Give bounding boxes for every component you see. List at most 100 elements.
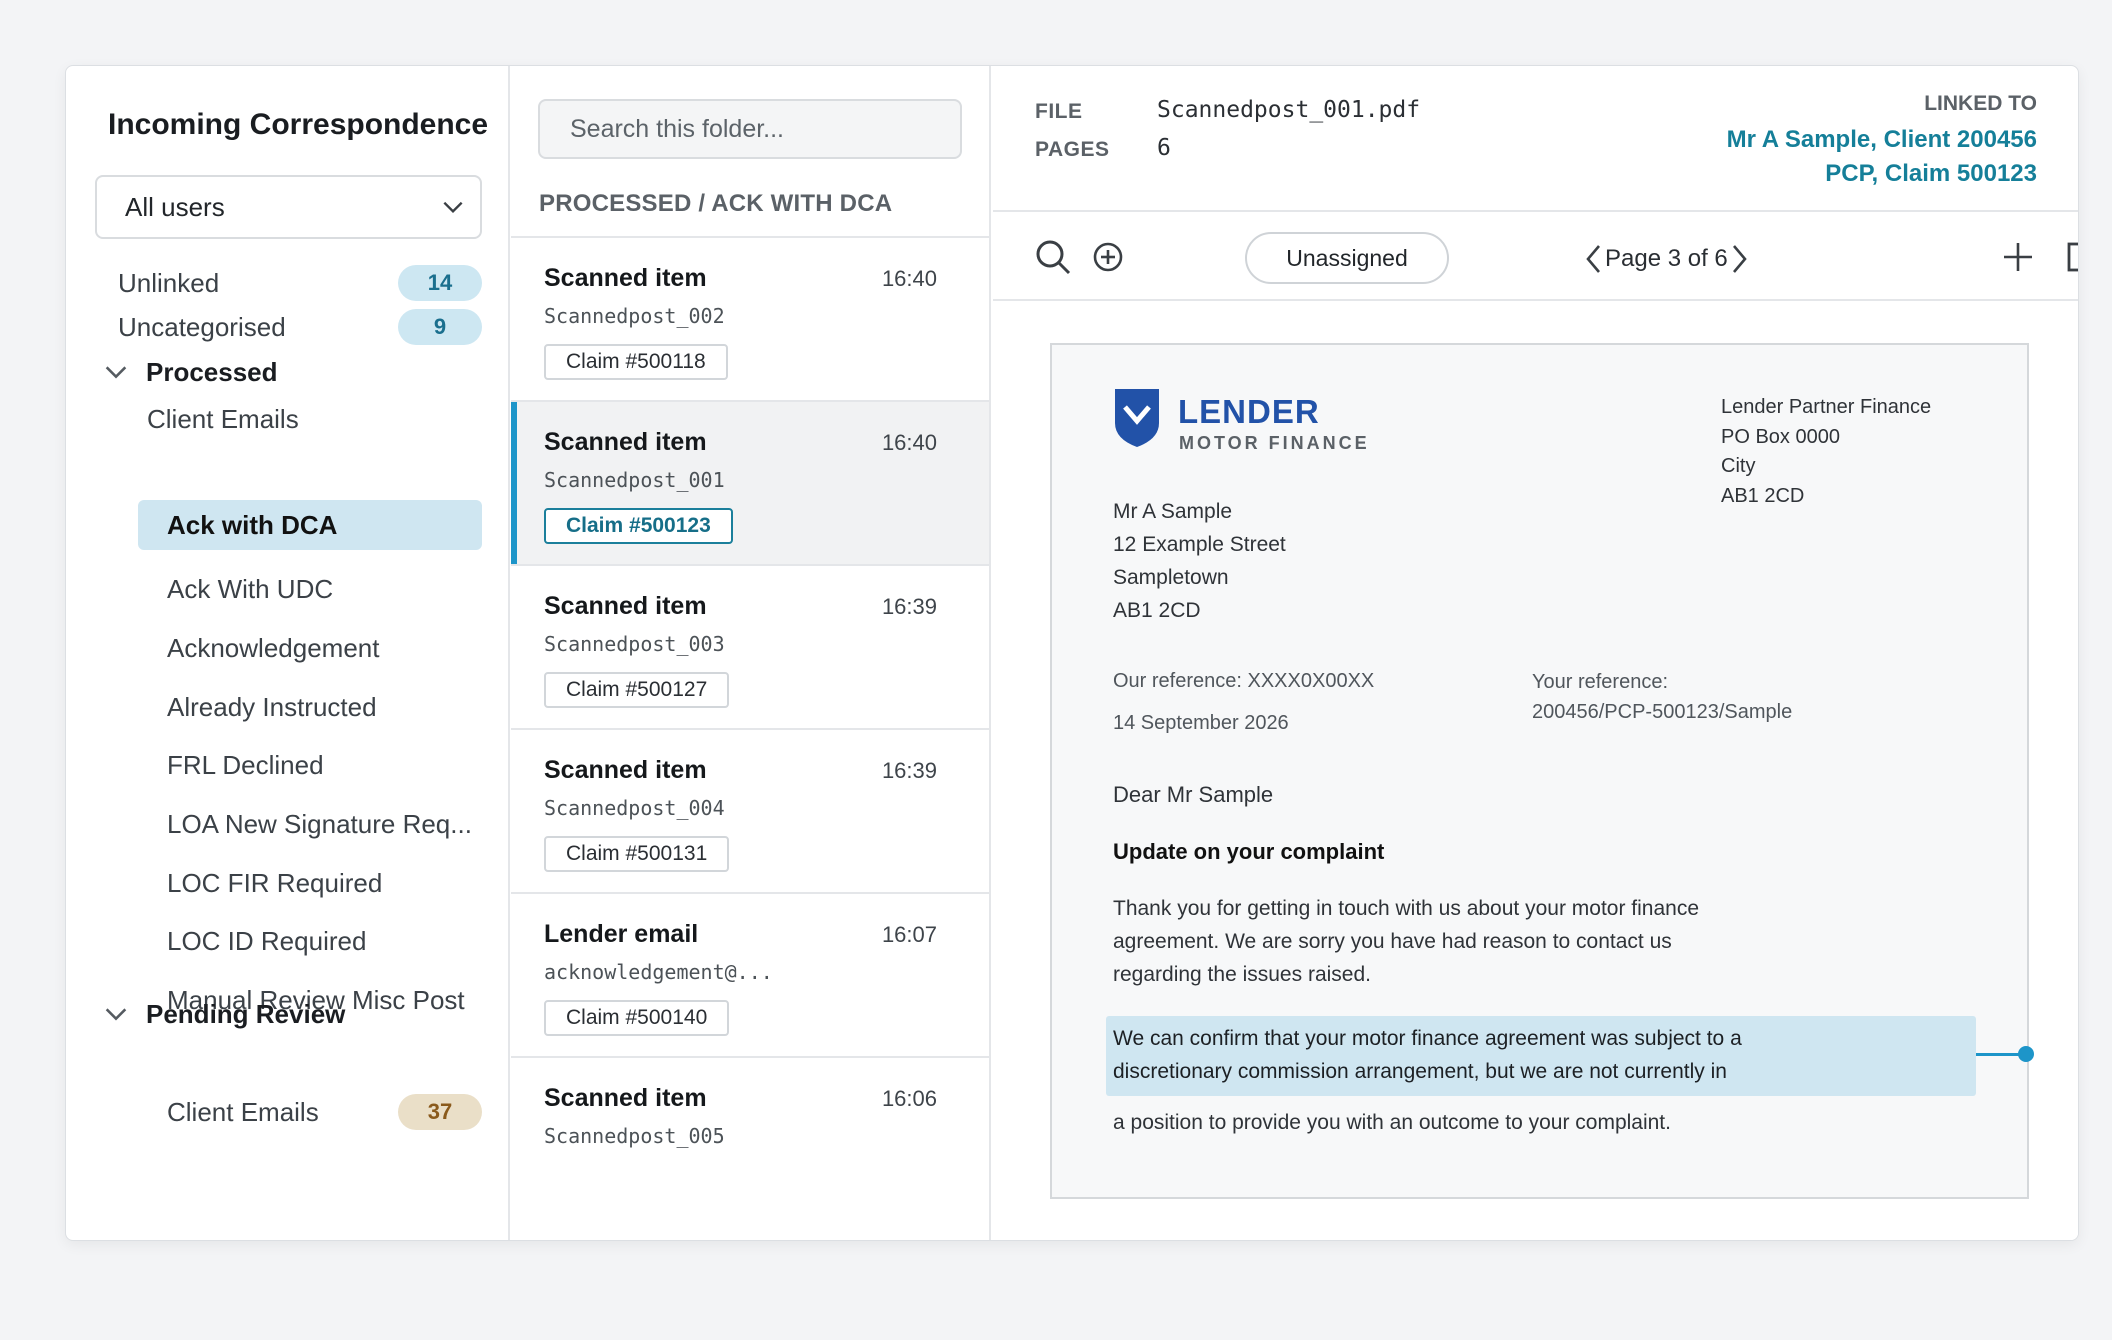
paragraph-1: Thank you for getting in touch with us a… xyxy=(1113,892,1699,991)
claim-tag[interactable]: Claim #500123 xyxy=(544,508,733,544)
item-filename: Scannedpost_001 xyxy=(544,468,725,492)
item-title: Lender email xyxy=(544,920,699,948)
sidebar-item-uncategorised[interactable]: Uncategorised 9 xyxy=(118,302,482,352)
address-line: Mr A Sample xyxy=(1113,500,1233,523)
item-filename: Scannedpost_005 xyxy=(544,1124,725,1148)
sidebar-item-ack-with-dca[interactable]: Ack with DCA xyxy=(138,500,482,550)
assignee-button[interactable]: Unassigned xyxy=(1245,232,1449,284)
sidebar-title: Incoming Correspondence xyxy=(108,108,489,141)
item-time: 16:06 xyxy=(881,1086,937,1111)
pages-count: 6 xyxy=(1157,135,1171,161)
sidebar-item-label: FRL Declined xyxy=(167,749,324,780)
sidebar-item-label: LOC ID Required xyxy=(167,925,367,956)
paragraph-2-highlighted: We can confirm that your motor finance a… xyxy=(1113,1022,1742,1088)
sidebar-item-loc-id-required[interactable]: LOC ID Required xyxy=(167,916,366,966)
sidebar-item-acknowledgement[interactable]: Acknowledgement xyxy=(167,623,379,673)
sidebar-item-label: LOA New Signature Req... xyxy=(167,808,472,839)
sidebar-item-label: Ack with DCA xyxy=(167,509,338,540)
sidebar-item-loc-fir-required[interactable]: LOC FIR Required xyxy=(167,858,382,908)
sidebar-item-client-emails[interactable]: Client Emails xyxy=(147,394,299,444)
list-item[interactable]: Scanned item 16:40 Scannedpost_002 Claim… xyxy=(511,238,989,402)
address-line: PO Box 0000 xyxy=(1721,425,1840,448)
page-navigator: Page 3 of 6 xyxy=(1583,243,1750,275)
claim-tag[interactable]: Claim #500140 xyxy=(544,1000,730,1036)
chevron-down-icon xyxy=(105,366,127,379)
item-title: Scanned item xyxy=(544,264,707,292)
list-item[interactable]: Lender email 16:07 acknowledgement@... C… xyxy=(511,894,989,1058)
salutation: Dear Mr Sample xyxy=(1113,782,1274,807)
annotation-handle[interactable] xyxy=(2018,1046,2034,1062)
sidebar-item-loa-new-signature[interactable]: LOA New Signature Req... xyxy=(167,799,472,849)
document-page: LENDER MOTOR FINANCE Lender Partner Fina… xyxy=(1050,343,2034,1199)
sidebar-item-label: Unlinked xyxy=(118,267,220,298)
sidebar: Incoming Correspondence All users Unlink… xyxy=(66,66,510,1240)
address-line: Sampletown xyxy=(1113,566,1229,589)
address-line: Lender Partner Finance xyxy=(1721,396,1932,418)
page-indicator: Page 3 of 6 xyxy=(1605,245,1728,272)
user-filter-value: All users xyxy=(125,191,225,222)
lender-shield-logo xyxy=(1115,389,1159,447)
user-filter-select[interactable]: All users xyxy=(95,175,482,239)
file-label: FILE xyxy=(1035,100,1083,123)
document-viewer: FILE Scannedpost_001.pdf PAGES 6 LINKED … xyxy=(993,66,2079,1240)
sender-address: Lender Partner Finance PO Box 0000 City … xyxy=(1721,393,1931,511)
chevron-down-icon xyxy=(105,1008,127,1021)
sidebar-item-pending-client-emails[interactable]: Client Emails 37 xyxy=(167,1087,482,1137)
text-line: discretionary commission arrangement, bu… xyxy=(1113,1060,1727,1083)
linked-client-link[interactable]: Mr A Sample, Client 200456 xyxy=(1727,126,2037,154)
pages-label: PAGES xyxy=(1035,138,1110,161)
list-item-selected[interactable]: Scanned item 16:40 Scannedpost_001 Claim… xyxy=(511,402,989,566)
address-line: AB1 2CD xyxy=(1721,484,1805,507)
chevron-left-icon[interactable] xyxy=(1583,242,1605,276)
claim-tag[interactable]: Claim #500131 xyxy=(544,836,730,872)
linked-to-label: LINKED TO xyxy=(1924,92,2037,115)
address-line: AB1 2CD xyxy=(1113,599,1201,622)
brand-subtitle: MOTOR FINANCE xyxy=(1179,433,1370,453)
count-badge: 14 xyxy=(398,265,482,301)
brand-name: LENDER xyxy=(1178,393,1320,430)
document-canvas: LENDER MOTOR FINANCE Lender Partner Fina… xyxy=(993,303,2078,1240)
item-title: Scanned item xyxy=(544,592,707,620)
linked-claim-link[interactable]: PCP, Claim 500123 xyxy=(1825,160,2037,188)
message-list-pane: Search this folder... PROCESSED / ACK WI… xyxy=(511,66,991,1240)
section-processed[interactable]: Processed xyxy=(102,350,278,394)
item-title: Scanned item xyxy=(544,1084,707,1112)
sidebar-item-already-instructed[interactable]: Already Instructed xyxy=(167,682,377,732)
sidebar-item-label: Ack With UDC xyxy=(167,573,334,604)
search-input[interactable]: Search this folder... xyxy=(538,99,962,159)
zoom-in-icon[interactable] xyxy=(1091,240,1125,274)
address-line: City xyxy=(1721,455,1756,477)
list-item[interactable]: Scanned item 16:06 Scannedpost_005 xyxy=(511,1058,989,1222)
item-filename: Scannedpost_002 xyxy=(544,304,725,328)
count-badge: 37 xyxy=(398,1094,482,1130)
text-line: agreement. We are sorry you have had rea… xyxy=(1113,930,1672,953)
text-line: We can confirm that your motor finance a… xyxy=(1113,1027,1742,1050)
sidebar-item-frl-declined[interactable]: FRL Declined xyxy=(167,740,324,790)
search-icon[interactable] xyxy=(1033,237,1073,277)
file-meta: FILE Scannedpost_001.pdf PAGES 6 LINKED … xyxy=(993,66,2078,212)
file-name: Scannedpost_001.pdf xyxy=(1157,97,1421,123)
sidebar-item-label: Uncategorised xyxy=(118,311,286,342)
count-badge: 9 xyxy=(398,309,482,345)
section-pending-review[interactable]: Pending Review xyxy=(102,992,345,1036)
your-reference-label: Your reference: xyxy=(1532,671,1669,693)
list-item[interactable]: Scanned item 16:39 Scannedpost_003 Claim… xyxy=(511,566,989,730)
sidebar-item-unlinked[interactable]: Unlinked 14 xyxy=(118,258,482,308)
fullscreen-icon[interactable] xyxy=(2066,241,2079,273)
item-time: 16:39 xyxy=(881,758,937,783)
our-reference: Our reference: XXXX0X00XX xyxy=(1113,670,1375,692)
claim-tag[interactable]: Claim #500118 xyxy=(544,344,728,380)
item-time: 16:07 xyxy=(881,922,937,947)
item-time: 16:40 xyxy=(881,266,937,291)
sidebar-item-label: Acknowledgement xyxy=(167,632,380,663)
item-filename: Scannedpost_003 xyxy=(544,632,725,656)
sidebar-item-ack-with-udc[interactable]: Ack With UDC xyxy=(167,564,333,614)
list-item[interactable]: Scanned item 16:39 Scannedpost_004 Claim… xyxy=(511,730,989,894)
chevron-right-icon[interactable] xyxy=(1728,242,1750,276)
letter-subject: Update on your complaint xyxy=(1113,839,1385,864)
recipient-address: Mr A Sample 12 Example Street Sampletown… xyxy=(1113,495,1286,627)
claim-tag[interactable]: Claim #500127 xyxy=(544,672,730,708)
section-label: Processed xyxy=(146,356,278,387)
add-icon[interactable] xyxy=(2001,240,2035,274)
chevron-down-icon xyxy=(443,201,463,214)
